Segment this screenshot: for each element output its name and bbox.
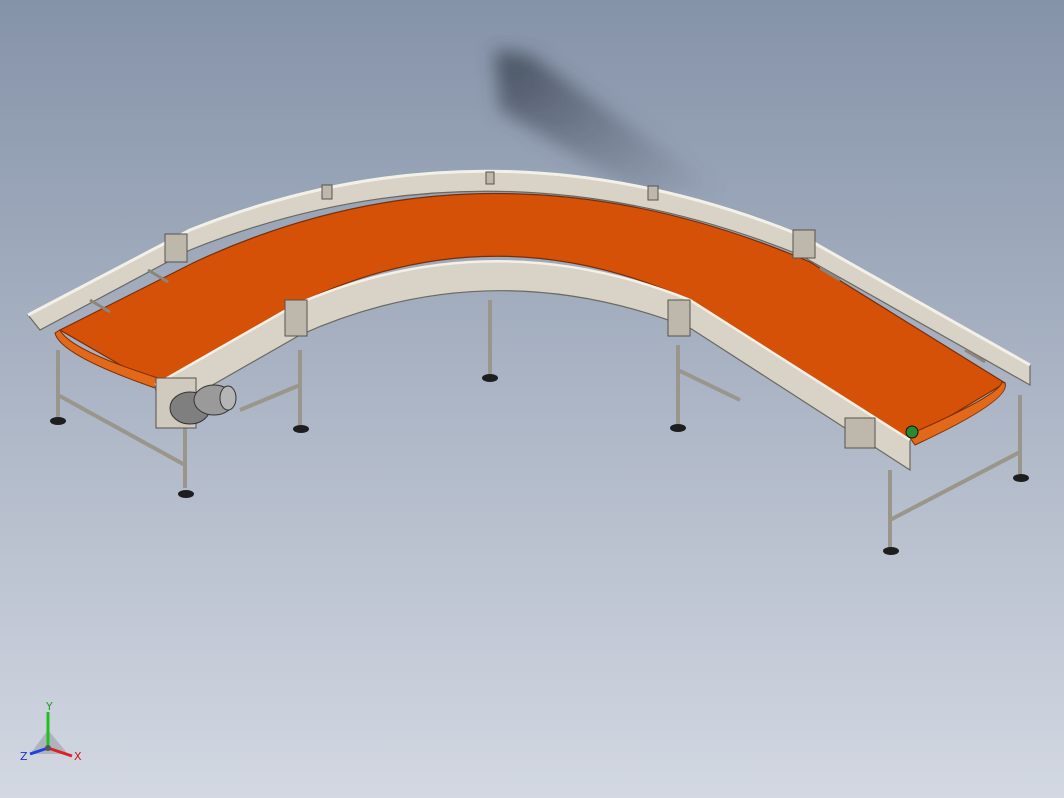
cad-viewport[interactable]: Y X Z <box>0 0 1064 798</box>
conveyor-model[interactable] <box>0 0 1064 798</box>
x-axis-label: X <box>74 750 82 763</box>
z-axis-label: Z <box>20 750 28 763</box>
drive-motor <box>155 377 237 429</box>
y-axis-label: Y <box>45 702 53 713</box>
orientation-triad: Y X Z <box>20 702 82 763</box>
tail-pulley <box>905 425 919 439</box>
